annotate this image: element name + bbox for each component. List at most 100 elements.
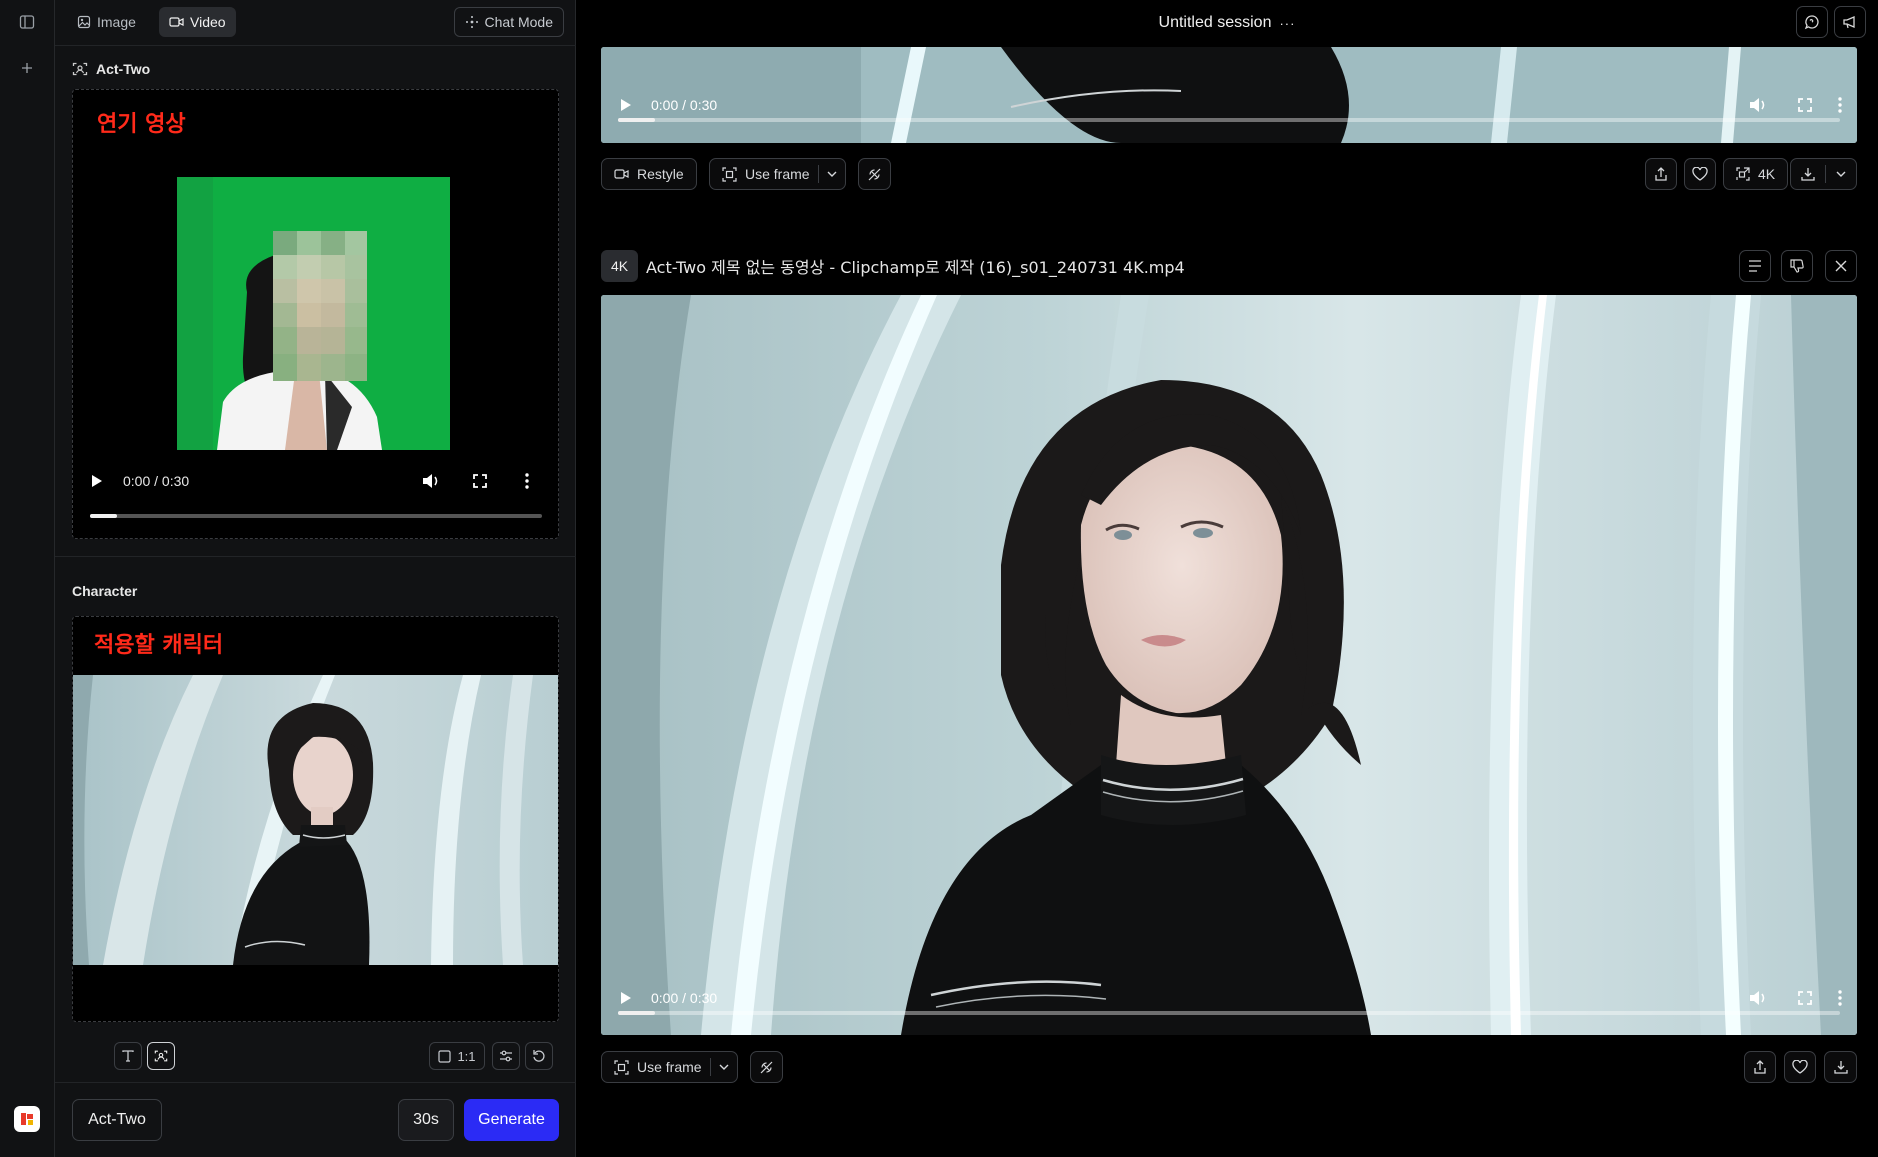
left-panel: Image Video Chat Mode Act-Two 연기 영상 0:00…	[55, 0, 576, 1157]
announcement-button[interactable]	[1834, 6, 1866, 38]
result-video-time: 0:00 / 0:30	[651, 990, 718, 1006]
share-button[interactable]	[1645, 158, 1677, 190]
performance-video-frame	[177, 177, 450, 450]
magic-eraser-icon	[760, 1061, 773, 1073]
play-icon[interactable]	[621, 99, 631, 111]
volume-icon[interactable]	[1749, 97, 1767, 113]
sparkle-icon	[465, 16, 478, 28]
performer-thumbnail	[177, 177, 450, 450]
chevron-down-icon[interactable]	[719, 1064, 729, 1070]
separator	[817, 165, 819, 183]
download-button[interactable]	[1790, 158, 1857, 190]
previous-video-progress-fill	[618, 118, 655, 122]
fullscreen-icon[interactable]	[473, 474, 487, 488]
download-icon	[1833, 1061, 1848, 1074]
upscale-4k-button[interactable]: 4K	[1723, 158, 1789, 190]
app-rail	[0, 0, 55, 1157]
previous-video-controls: 0:00 / 0:30	[601, 90, 1857, 120]
text-icon	[122, 1050, 134, 1062]
previous-video-player[interactable]: 0:00 / 0:30	[601, 47, 1857, 143]
result-video-controls: 0:00 / 0:30	[601, 983, 1857, 1013]
dislike-button[interactable]	[1781, 250, 1813, 282]
volume-icon[interactable]	[422, 473, 440, 489]
character-title: Character	[72, 583, 138, 599]
image-icon	[77, 15, 91, 29]
settings-button[interactable]	[492, 1042, 520, 1070]
performance-progress-fill	[90, 514, 118, 518]
face-tool-button[interactable]	[147, 1042, 175, 1070]
reset-icon	[533, 1050, 545, 1062]
heart-icon	[1692, 167, 1708, 181]
share-icon	[1754, 1059, 1766, 1074]
square-icon	[438, 1049, 452, 1063]
chat-bubble-button[interactable]	[1796, 6, 1828, 38]
section-divider	[55, 556, 576, 557]
sidebar-toggle-icon[interactable]	[14, 9, 40, 35]
new-session-icon[interactable]	[14, 55, 40, 81]
session-more-icon[interactable]: ···	[1279, 16, 1295, 31]
tab-image[interactable]: Image	[67, 7, 146, 37]
performance-controls: 0:00 / 0:30	[73, 466, 558, 496]
volume-icon[interactable]	[1749, 990, 1767, 1006]
play-icon[interactable]	[91, 474, 103, 488]
more-options-icon[interactable]	[1838, 97, 1842, 113]
fullscreen-icon[interactable]	[1798, 98, 1812, 112]
brand-logo[interactable]	[14, 1106, 40, 1132]
aspect-ratio-button[interactable]: 1:1	[429, 1042, 485, 1070]
generate-button[interactable]: Generate	[464, 1099, 559, 1141]
play-icon[interactable]	[621, 992, 631, 1004]
share-icon	[1655, 166, 1667, 181]
result-video-progress-bar[interactable]	[618, 1011, 1840, 1015]
favorite-button[interactable]	[1784, 1051, 1816, 1083]
tab-video[interactable]: Video	[159, 7, 236, 37]
result-video-progress-fill	[618, 1011, 655, 1015]
use-frame-button[interactable]: Use frame	[709, 158, 846, 190]
act-two-title: Act-Two	[96, 61, 151, 77]
performance-video-player[interactable]: 연기 영상 0:00 / 0:30	[72, 89, 559, 539]
use-frame-button[interactable]: Use frame	[601, 1051, 738, 1083]
magic-eraser-icon	[868, 168, 881, 180]
chat-bubble-icon	[1804, 15, 1819, 30]
character-image-frame[interactable]: 적용할 캐릭터	[72, 616, 559, 1022]
megaphone-icon	[1843, 16, 1855, 29]
performance-time: 0:00 / 0:30	[123, 473, 190, 489]
favorite-button[interactable]	[1684, 158, 1716, 190]
text-tool-button[interactable]	[114, 1042, 142, 1070]
character-section-title: Character	[72, 583, 137, 599]
result-video-player[interactable]: 0:00 / 0:30	[601, 295, 1857, 1035]
share-button[interactable]	[1744, 1051, 1776, 1083]
duration-button[interactable]: 30s	[398, 1099, 454, 1141]
chevron-down-icon[interactable]	[827, 171, 837, 177]
use-frame-label: Use frame	[745, 166, 810, 182]
performance-progress-bar[interactable]	[90, 514, 542, 518]
bottom-divider	[55, 1082, 576, 1083]
mode-bar: Image Video Chat Mode	[55, 0, 576, 46]
tab-image-label: Image	[97, 14, 136, 30]
details-button[interactable]	[1739, 250, 1771, 282]
session-title[interactable]: Untitled session	[1159, 14, 1272, 32]
character-label: 적용할 캐릭터	[94, 633, 224, 658]
close-icon	[1835, 260, 1847, 272]
previous-video-time: 0:00 / 0:30	[651, 97, 718, 113]
more-options-icon[interactable]	[525, 473, 529, 489]
download-button[interactable]	[1824, 1051, 1857, 1083]
video-camera-icon	[614, 169, 629, 179]
use-frame-label: Use frame	[637, 1059, 702, 1075]
session-header: Untitled session ···	[576, 0, 1878, 46]
heart-icon	[1792, 1060, 1808, 1074]
restyle-button[interactable]: Restyle	[601, 158, 697, 190]
reset-button[interactable]	[525, 1042, 553, 1070]
more-options-icon[interactable]	[1838, 990, 1842, 1006]
close-button[interactable]	[1825, 250, 1857, 282]
act-two-section-title: Act-Two	[72, 61, 150, 77]
chevron-down-icon[interactable]	[1836, 171, 1846, 177]
previous-video-progress-bar[interactable]	[618, 118, 1840, 122]
chat-mode-button[interactable]: Chat Mode	[453, 7, 564, 37]
download-icon	[1801, 168, 1815, 181]
fullscreen-icon[interactable]	[1798, 991, 1812, 1005]
model-select-button[interactable]: Act-Two	[72, 1099, 162, 1141]
remove-background-button[interactable]	[858, 158, 891, 190]
aspect-ratio-label: 1:1	[457, 1048, 476, 1064]
face-scan-icon	[72, 62, 88, 76]
remove-background-button[interactable]	[750, 1051, 783, 1083]
